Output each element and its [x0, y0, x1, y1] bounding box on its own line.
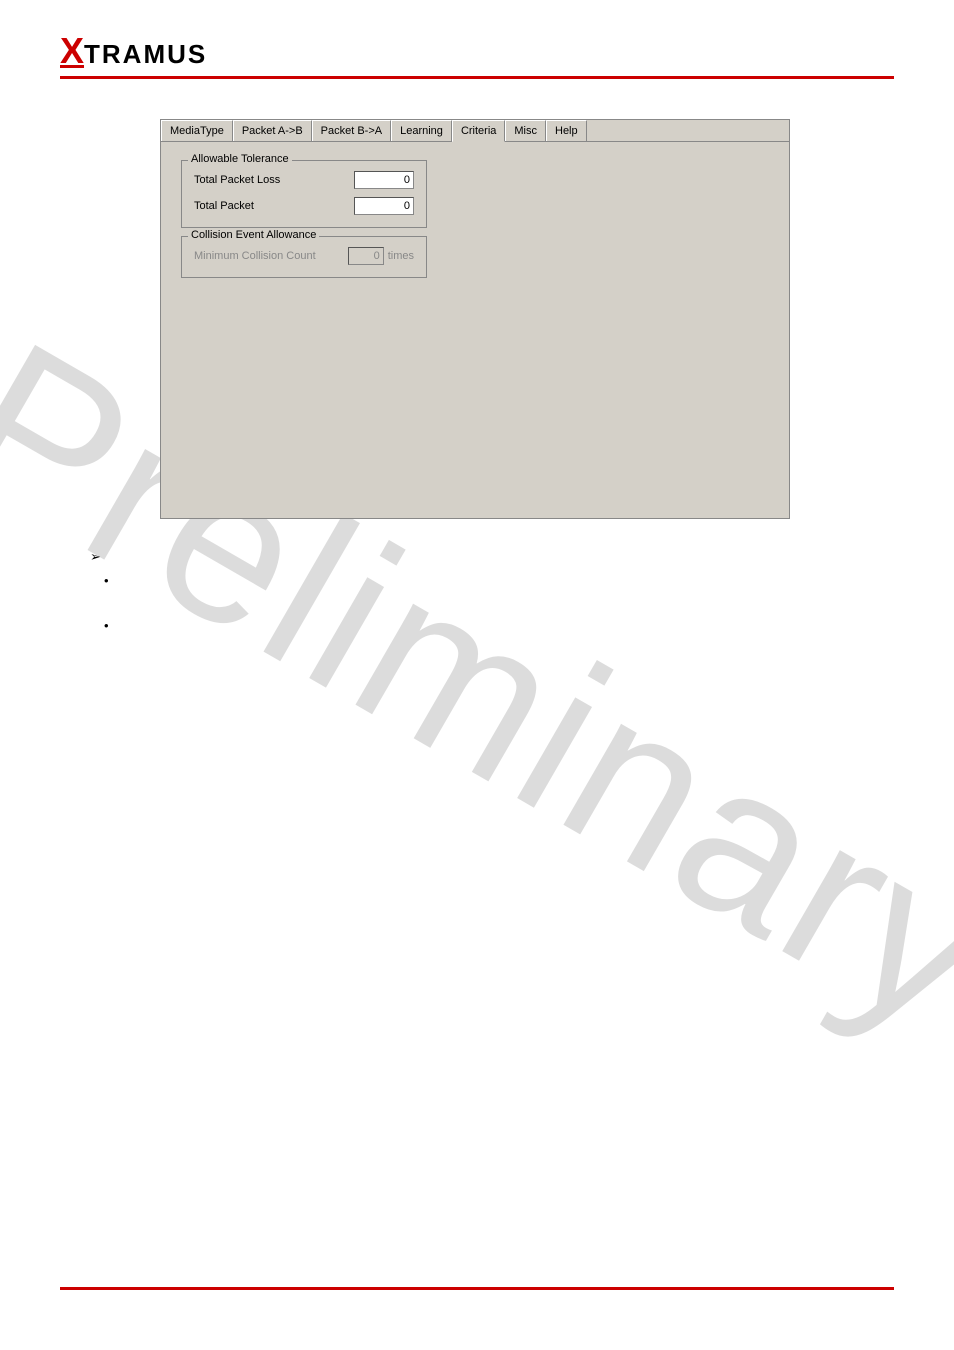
field-total-packet-loss: Total Packet Loss [194, 171, 414, 189]
settings-panel: MediaType Packet A->B Packet B->A Learni… [160, 119, 790, 519]
tab-learning[interactable]: Learning [391, 120, 452, 141]
logo-rest: TRAMUS [84, 39, 207, 69]
description-text: ➢ • • [60, 549, 894, 633]
tab-packet-ba[interactable]: Packet B->A [312, 120, 391, 141]
group-allowable-tolerance: Allowable Tolerance Total Packet Loss To… [181, 160, 427, 228]
field-total-packet: Total Packet [194, 197, 414, 215]
unit-times: times [388, 250, 414, 262]
tab-packet-ab[interactable]: Packet A->B [233, 120, 312, 141]
panel-body: Allowable Tolerance Total Packet Loss To… [161, 142, 789, 304]
brand-logo: XTRAMUS [60, 30, 207, 72]
group-collision-event-allowance: Collision Event Allowance Minimum Collis… [181, 236, 427, 278]
input-total-packet-loss[interactable] [354, 171, 414, 189]
label-min-collision-count: Minimum Collision Count [194, 250, 316, 262]
label-total-packet: Total Packet [194, 200, 254, 212]
header: XTRAMUS [0, 0, 954, 72]
logo-x: X [60, 30, 84, 71]
group-title: Allowable Tolerance [188, 153, 292, 165]
bullet-icon: • [104, 618, 109, 633]
input-total-packet[interactable] [354, 197, 414, 215]
bullet-icon: • [104, 573, 109, 588]
label-total-packet-loss: Total Packet Loss [194, 174, 280, 186]
field-min-collision-count: Minimum Collision Count times [194, 247, 414, 265]
input-min-collision-count [348, 247, 384, 265]
footer-divider [60, 1287, 894, 1290]
tab-help[interactable]: Help [546, 120, 587, 141]
tab-strip: MediaType Packet A->B Packet B->A Learni… [161, 120, 789, 142]
group-title: Collision Event Allowance [188, 229, 319, 241]
tab-criteria[interactable]: Criteria [452, 120, 505, 142]
tab-misc[interactable]: Misc [505, 120, 546, 141]
arrow-icon: ➢ [90, 549, 101, 565]
tab-mediatype[interactable]: MediaType [161, 120, 233, 141]
